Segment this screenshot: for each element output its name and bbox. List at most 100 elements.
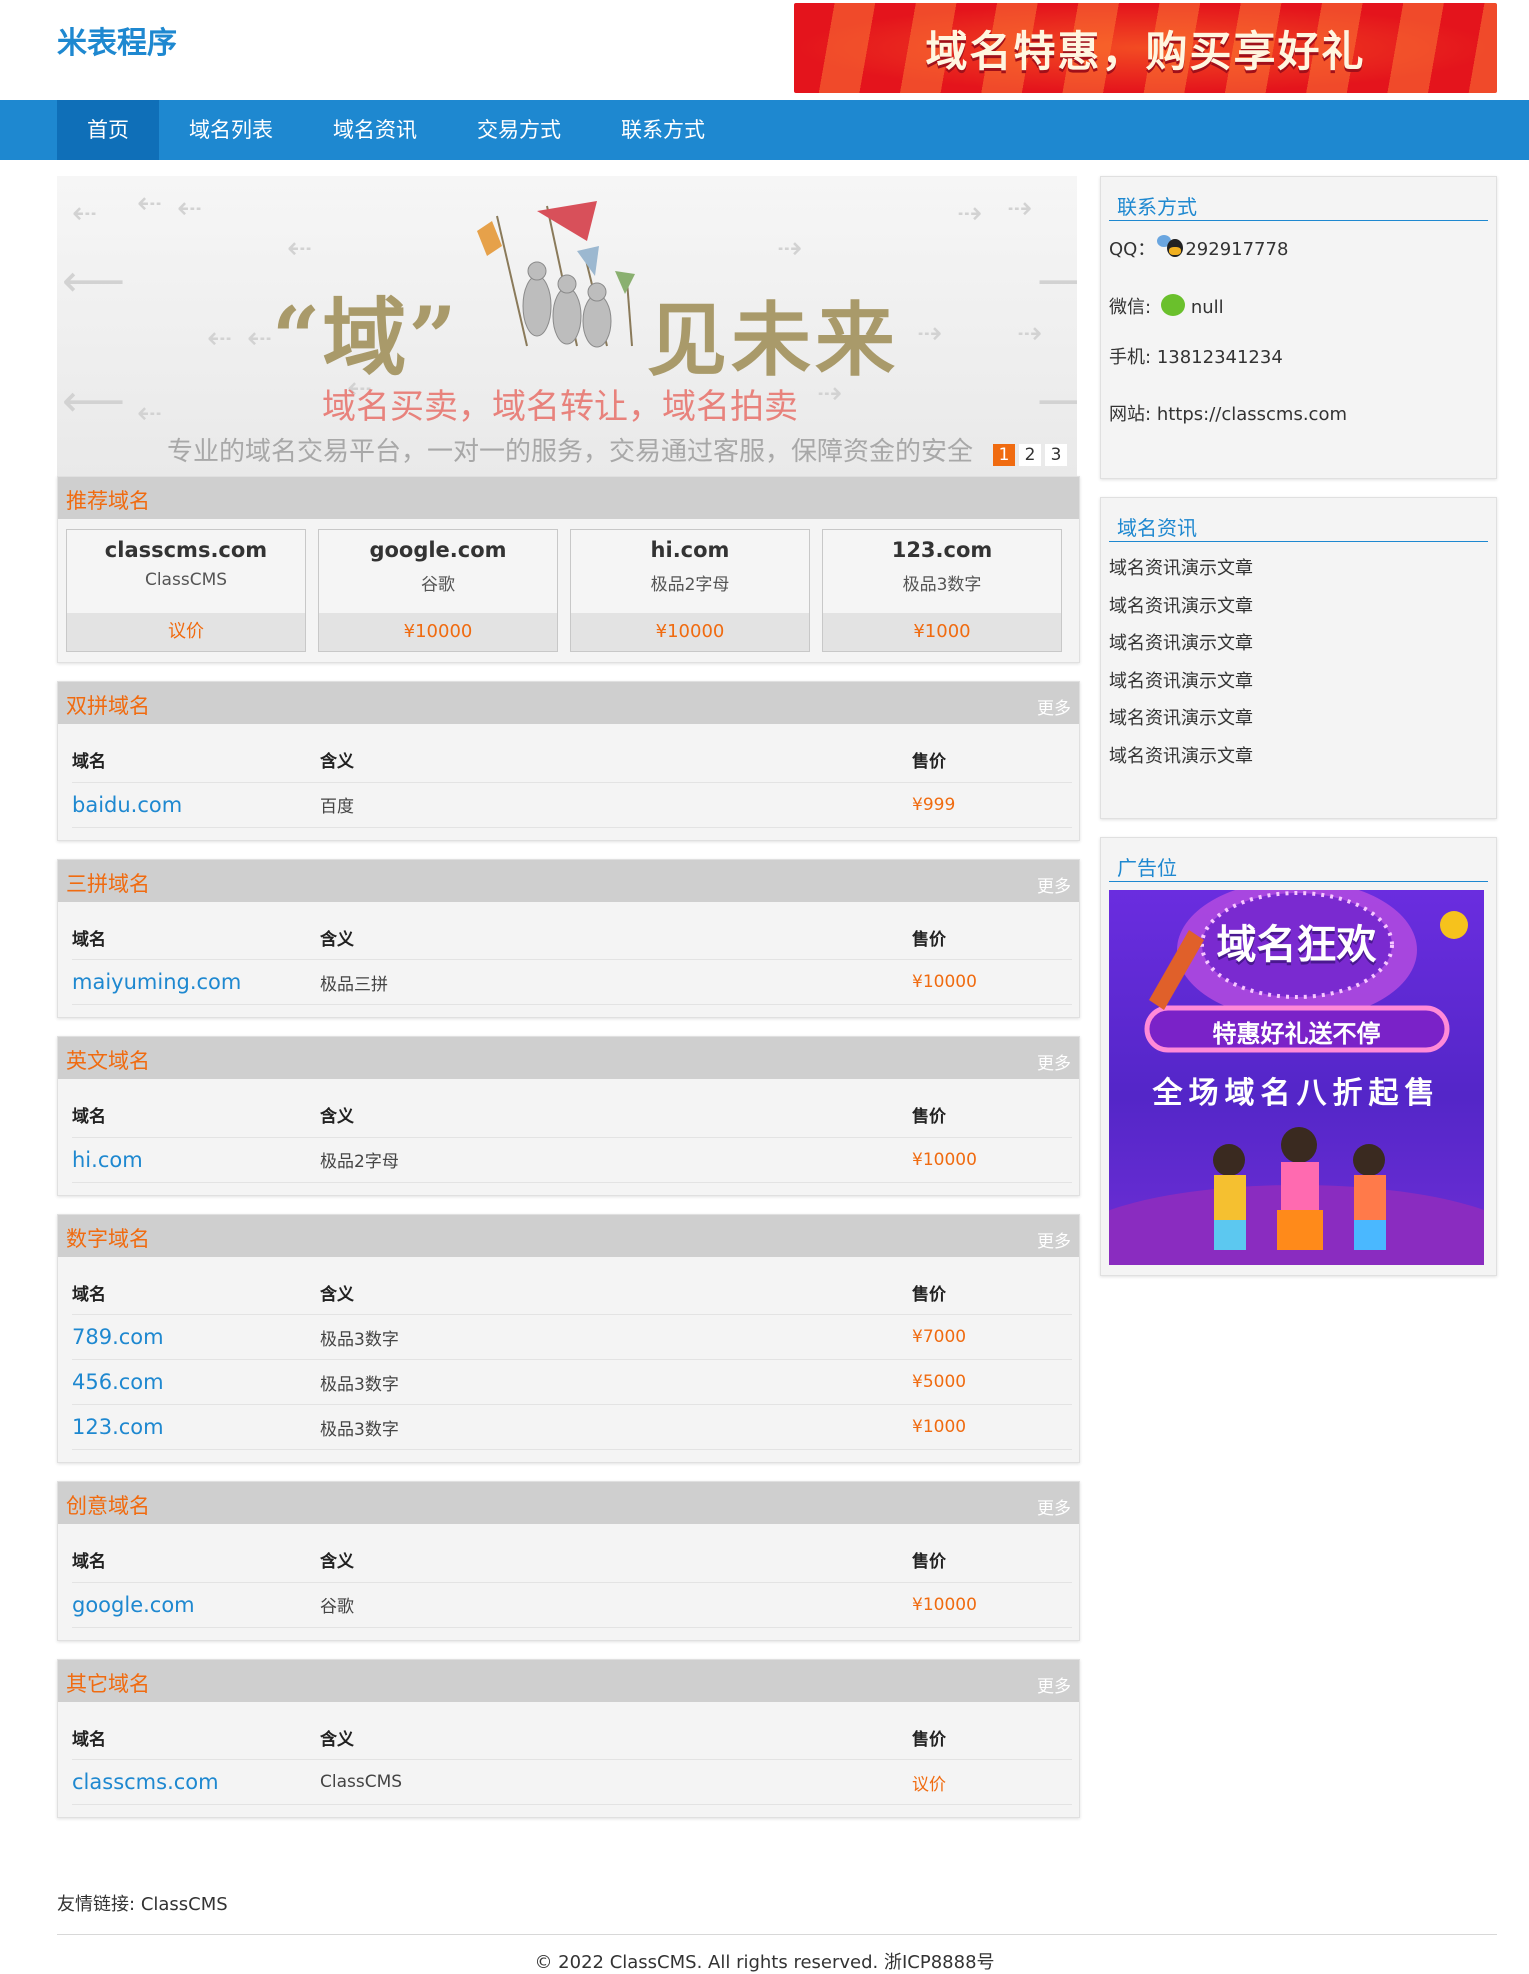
section-more-link[interactable]: 更多 — [1037, 694, 1071, 719]
column-header-name: 域名 — [72, 1093, 320, 1138]
site-value[interactable]: https://classcms.com — [1157, 404, 1347, 425]
domain-sections: 双拼域名 更多 域名 含义 售价 baidu.com 百度 ¥999 三拼域名 更多 域名 含义 售价 m… — [57, 681, 1080, 1818]
top-banner-text: 域名特惠，购买享好礼 — [925, 26, 1366, 76]
wechat-icon[interactable] — [1160, 294, 1185, 316]
domain-name-link[interactable]: maiyuming.com — [72, 959, 320, 1005]
nav-list: 首页 域名列表 域名资讯 交易方式 联系方式 — [57, 100, 735, 160]
domain-name-link[interactable]: google.com — [72, 1582, 320, 1628]
column-header-price: 售价 — [912, 738, 1072, 783]
friend-links-label: 友情链接: — [57, 1894, 136, 1915]
phone-label: 手机: — [1109, 347, 1152, 368]
section-title: 其它域名 — [66, 1671, 150, 1696]
table-row: maiyuming.com 极品三拼 ¥10000 — [72, 959, 1072, 1005]
slide-description: 专业的域名交易平台，一对一的服务，交易通过客服，保障资金的安全 — [167, 437, 974, 467]
recommended-domain-price: ¥10000 — [319, 613, 557, 651]
news-item[interactable]: 域名资讯演示文章 — [1109, 663, 1488, 701]
hero-slider[interactable]: ⇠ ⇠ ⇠ ⟵ ⇠ ⇠ ⟵ ⇠ ⇢ ⇢ ⟶ ⇢ ⇢ ⟶ ⇢ ⇢ ⇠ ⇠ “域” … — [57, 176, 1077, 476]
recommended-card[interactable]: hi.com 极品2字母 ¥10000 — [570, 529, 810, 652]
top-banner-ad[interactable]: 域名特惠，购买享好礼 — [794, 3, 1497, 93]
column-header-meaning: 含义 — [320, 1538, 912, 1583]
table-row: 456.com 极品3数字 ¥5000 — [72, 1359, 1072, 1405]
domain-section-panel: 双拼域名 更多 域名 含义 售价 baidu.com 百度 ¥999 — [57, 681, 1080, 841]
table-row: classcms.com ClassCMS 议价 — [72, 1759, 1072, 1805]
news-list: 域名资讯演示文章 域名资讯演示文章 域名资讯演示文章 域名资讯演示文章 域名资讯演示文章… — [1109, 550, 1488, 775]
table-row: hi.com 极品2字母 ¥10000 — [72, 1137, 1072, 1183]
domain-meaning: ClassCMS — [320, 1759, 912, 1805]
table-row: 789.com 极品3数字 ¥7000 — [72, 1314, 1072, 1360]
recommended-header: 推荐域名 — [58, 477, 1079, 519]
friend-link-classcms[interactable]: ClassCMS — [141, 1894, 228, 1915]
domain-meaning: 极品三拼 — [320, 959, 912, 1005]
domain-price: ¥1000 — [912, 1404, 1072, 1450]
section-header: 其它域名 更多 — [58, 1659, 1079, 1702]
slider-page-2[interactable]: 2 — [1019, 444, 1041, 466]
column-header-price: 售价 — [912, 1093, 1072, 1138]
news-item[interactable]: 域名资讯演示文章 — [1109, 700, 1488, 738]
contact-qq-row: QQ： 292917778 — [1109, 233, 1488, 263]
domain-name-link[interactable]: 789.com — [72, 1314, 320, 1360]
nav-item-3[interactable]: 交易方式 — [447, 100, 591, 160]
table-header-row: 域名 含义 售价 — [72, 1093, 1072, 1138]
contact-site-row: 网站: https://classcms.com — [1109, 400, 1488, 430]
recommended-domain-meaning: 极品3数字 — [902, 575, 982, 595]
nav-item-1[interactable]: 域名列表 — [159, 100, 303, 160]
qq-number[interactable]: 292917778 — [1185, 239, 1288, 260]
flag-runners-illustration — [477, 201, 635, 348]
column-header-name: 域名 — [72, 915, 320, 960]
column-header-price: 售价 — [912, 1270, 1072, 1315]
domain-price: ¥5000 — [912, 1359, 1072, 1405]
news-item[interactable]: 域名资讯演示文章 — [1109, 625, 1488, 663]
domain-name-link[interactable]: baidu.com — [72, 782, 320, 828]
ad-banner[interactable]: 域名狂欢 特惠好礼送不停 全场域名八折起售 — [1109, 890, 1484, 1265]
column-header-meaning: 含义 — [320, 738, 912, 783]
domain-meaning: 极品2字母 — [320, 1137, 912, 1183]
contact-title: 联系方式 — [1109, 191, 1488, 221]
recommended-card[interactable]: classcms.com ClassCMS 议价 — [66, 529, 306, 652]
qq-icon[interactable] — [1155, 233, 1185, 259]
recommended-card[interactable]: 123.com 极品3数字 ¥1000 — [822, 529, 1062, 652]
slider-page-1[interactable]: 1 — [993, 444, 1015, 466]
recommended-card[interactable]: google.com 谷歌 ¥10000 — [318, 529, 558, 652]
table-row: 123.com 极品3数字 ¥1000 — [72, 1404, 1072, 1450]
section-title: 创意域名 — [66, 1494, 150, 1518]
column-header-price: 售价 — [912, 1538, 1072, 1583]
domain-meaning: 极品3数字 — [320, 1314, 912, 1360]
contact-box: 联系方式 QQ： 292917778 微信: null 手机: 138123412… — [1100, 176, 1497, 479]
site-logo[interactable]: 米表程序 — [57, 18, 177, 62]
news-item[interactable]: 域名资讯演示文章 — [1109, 738, 1488, 776]
recommended-domain-name: 123.com — [891, 538, 993, 562]
section-more-link[interactable]: 更多 — [1037, 1672, 1071, 1697]
table-header-row: 域名 含义 售价 — [72, 1538, 1072, 1583]
footer-divider — [57, 1934, 1497, 1935]
column-header-name: 域名 — [72, 1270, 320, 1315]
domain-name-link[interactable]: 456.com — [72, 1359, 320, 1405]
recommended-panel: 推荐域名 classcms.com ClassCMS 议价 google.com 谷歌 ¥… — [57, 476, 1080, 663]
domain-name-link[interactable]: hi.com — [72, 1137, 320, 1183]
column-header-price: 售价 — [912, 915, 1072, 960]
table-row: google.com 谷歌 ¥10000 — [72, 1582, 1072, 1628]
domain-meaning: 百度 — [320, 782, 912, 828]
domain-name-link[interactable]: classcms.com — [72, 1759, 320, 1805]
slider-page-3[interactable]: 3 — [1045, 444, 1067, 466]
nav-item-4[interactable]: 联系方式 — [591, 100, 735, 160]
qq-label: QQ： — [1109, 239, 1156, 260]
news-item[interactable]: 域名资讯演示文章 — [1109, 550, 1488, 588]
recommended-cards: classcms.com ClassCMS 议价 google.com 谷歌 ¥10000… — [58, 519, 1079, 662]
nav-item-2[interactable]: 域名资讯 — [303, 100, 447, 160]
section-more-link[interactable]: 更多 — [1037, 872, 1071, 897]
section-more-link[interactable]: 更多 — [1037, 1049, 1071, 1074]
section-more-link[interactable]: 更多 — [1037, 1494, 1071, 1519]
section-header: 数字域名 更多 — [58, 1214, 1079, 1257]
section-title: 三拼域名 — [66, 871, 150, 896]
domain-name-link[interactable]: 123.com — [72, 1404, 320, 1450]
slide-subtitle: 域名买卖，域名转让，域名拍卖 — [322, 387, 798, 427]
section-more-link[interactable]: 更多 — [1037, 1227, 1071, 1252]
nav-item-0[interactable]: 首页 — [57, 100, 159, 160]
news-item[interactable]: 域名资讯演示文章 — [1109, 588, 1488, 626]
main-column: ⇠ ⇠ ⇠ ⟵ ⇠ ⇠ ⟵ ⇠ ⇢ ⇢ ⟶ ⇢ ⇢ ⟶ ⇢ ⇢ ⇠ ⇠ “域” … — [57, 176, 1080, 1836]
domain-price: ¥10000 — [912, 1582, 1072, 1628]
ad-line2: 特惠好礼送不停 — [1212, 1020, 1381, 1048]
column-header-price: 售价 — [912, 1715, 1072, 1760]
column-header-name: 域名 — [72, 738, 320, 783]
recommended-domain-price: ¥10000 — [571, 613, 809, 651]
